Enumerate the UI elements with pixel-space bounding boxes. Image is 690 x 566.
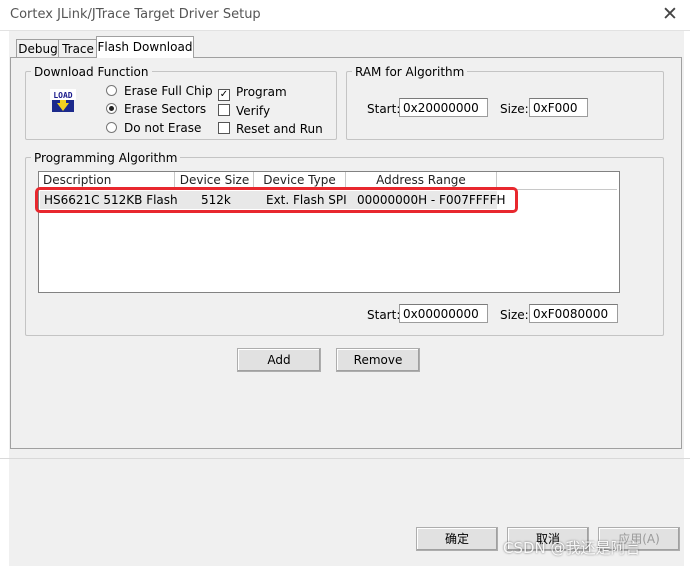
flash-start-input[interactable]: 0x00000000 (399, 304, 488, 323)
flash-size-input[interactable]: 0xF0080000 (529, 304, 618, 323)
do-not-erase-label: Do not Erase (124, 121, 202, 135)
tab-flash-download-label: Flash Download (97, 40, 193, 54)
tab-debug[interactable]: Debug (16, 39, 60, 58)
program-checkbox[interactable]: ✓ Program (218, 85, 287, 101)
checkmark-icon: ✓ (218, 89, 230, 101)
load-icon-text: LOAD (53, 91, 72, 100)
reset-and-run-checkbox[interactable]: Reset and Run (218, 122, 323, 136)
checkbox-box (218, 104, 230, 116)
reset-and-run-label: Reset and Run (236, 122, 323, 136)
ram-start-label: Start: (367, 102, 401, 116)
ram-start-input[interactable]: 0x20000000 (399, 98, 488, 117)
ok-button[interactable]: 确定 (416, 527, 498, 551)
tab-flash-download[interactable]: Flash Download (96, 36, 194, 58)
radio-indicator (106, 122, 117, 133)
verify-checkbox[interactable]: Verify (218, 104, 270, 118)
remove-button[interactable]: Remove (336, 348, 420, 372)
program-label: Program (236, 85, 287, 99)
download-function-legend: Download Function (31, 65, 152, 79)
close-icon[interactable]: ✕ (659, 2, 681, 26)
annotation-highlight-box (35, 187, 518, 213)
radio-indicator (106, 85, 117, 96)
programming-algorithm-legend: Programming Algorithm (31, 151, 181, 165)
tab-debug-label: Debug (18, 42, 58, 56)
tab-trace[interactable]: Trace (58, 39, 98, 58)
ram-for-algorithm-legend: RAM for Algorithm (352, 65, 468, 79)
verify-label: Verify (236, 104, 271, 118)
load-icon: LOAD (50, 89, 76, 112)
ram-size-input[interactable]: 0xF000 (529, 98, 588, 117)
title-bar: Cortex JLink/JTrace Target Driver Setup … (0, 0, 690, 31)
radio-indicator-selected (106, 103, 117, 114)
tab-trace-label: Trace (62, 42, 94, 56)
csdn-watermark: CSDN @我还是阿言 (503, 539, 641, 557)
window-title: Cortex JLink/JTrace Target Driver Setup (10, 7, 261, 22)
ram-size-label: Size: (500, 102, 529, 116)
erase-full-chip-radio[interactable]: Erase Full Chip (106, 84, 213, 98)
erase-sectors-radio[interactable]: Erase Sectors (106, 102, 206, 116)
erase-full-chip-label: Erase Full Chip (124, 84, 213, 98)
flash-size-label: Size: (500, 308, 529, 322)
flash-start-label: Start: (367, 308, 401, 322)
checkbox-box (218, 122, 230, 134)
divider (0, 458, 690, 459)
background-app-right (684, 31, 690, 566)
erase-sectors-label: Erase Sectors (124, 102, 207, 116)
do-not-erase-radio[interactable]: Do not Erase (106, 121, 201, 135)
add-button[interactable]: Add (237, 348, 321, 372)
background-app-left (0, 31, 9, 566)
